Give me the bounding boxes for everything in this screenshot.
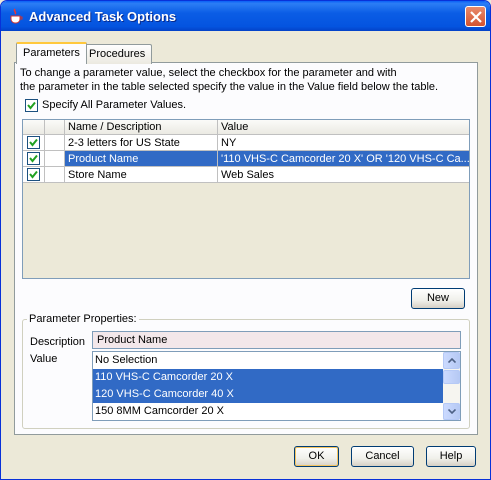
table-header: Name / Description Value (23, 120, 469, 135)
header-name-description[interactable]: Name / Description (65, 120, 218, 135)
table-row[interactable]: Store Name Web Sales (23, 167, 469, 183)
value-label: Value (30, 353, 58, 365)
table-row[interactable]: Product Name '110 VHS-C Camcorder 20 X' … (23, 151, 469, 167)
scroll-thumb[interactable] (443, 370, 460, 384)
row-value[interactable]: Web Sales (218, 167, 469, 183)
row-spacer-cell (45, 151, 65, 167)
scroll-up-button[interactable] (443, 352, 460, 369)
checkmark-icon (29, 154, 38, 163)
chevron-up-icon (448, 358, 456, 363)
checkmark-icon (29, 138, 38, 147)
list-item[interactable]: No Selection (93, 352, 443, 369)
close-icon (470, 11, 482, 23)
parameter-properties-legend: Parameter Properties: (27, 313, 139, 325)
row-name[interactable]: Store Name (65, 167, 218, 183)
header-checkbox-column (23, 120, 45, 135)
new-button[interactable]: New (411, 288, 465, 309)
row-checkbox[interactable] (27, 136, 40, 149)
help-button[interactable]: Help (426, 446, 476, 467)
row-checkbox-cell (23, 167, 45, 183)
instruction-line-1: To change a parameter value, select the … (20, 67, 397, 79)
row-checkbox[interactable] (27, 152, 40, 165)
list-item[interactable]: 150 8MM Camcorder 20 X (93, 403, 443, 420)
close-button[interactable] (465, 6, 486, 27)
header-value[interactable]: Value (218, 120, 469, 135)
ok-button[interactable]: OK (294, 446, 339, 467)
cancel-button[interactable]: Cancel (351, 446, 414, 467)
row-value[interactable]: NY (218, 135, 469, 151)
checkmark-icon (27, 101, 36, 110)
row-name[interactable]: Product Name (65, 151, 218, 167)
list-item[interactable]: 110 VHS-C Camcorder 20 X (93, 369, 443, 386)
advanced-task-options-dialog: Advanced Task Options Parameters Procedu… (0, 0, 491, 480)
checkmark-icon (29, 170, 38, 179)
specify-all-checkbox[interactable] (25, 99, 38, 112)
instruction-line-2: the parameter in the table selected spec… (20, 81, 439, 93)
row-checkbox[interactable] (27, 168, 40, 181)
scroll-down-button[interactable] (443, 403, 460, 420)
specify-all-label: Specify All Parameter Values. (42, 99, 187, 111)
description-field: Product Name (92, 331, 461, 349)
value-listbox[interactable]: No Selection 110 VHS-C Camcorder 20 X 12… (92, 351, 461, 421)
row-checkbox-cell (23, 151, 45, 167)
description-label: Description (30, 336, 86, 348)
parameters-table: Name / Description Value 2-3 letters for… (22, 119, 470, 279)
table-row[interactable]: 2-3 letters for US State NY (23, 135, 469, 151)
title-bar[interactable]: Advanced Task Options (1, 1, 490, 31)
row-name[interactable]: 2-3 letters for US State (65, 135, 218, 151)
chevron-down-icon (448, 409, 456, 414)
row-checkbox-cell (23, 135, 45, 151)
row-spacer-cell (45, 167, 65, 183)
java-cup-icon (8, 8, 23, 24)
list-item[interactable]: 120 VHS-C Camcorder 40 X (93, 386, 443, 403)
window-title: Advanced Task Options (29, 9, 177, 24)
row-value[interactable]: '110 VHS-C Camcorder 20 X' OR '120 VHS-C… (218, 151, 469, 167)
tab-procedures[interactable]: Procedures (82, 44, 153, 64)
tab-parameters[interactable]: Parameters (16, 42, 87, 64)
value-list-scrollbar[interactable] (443, 352, 460, 420)
row-spacer-cell (45, 135, 65, 151)
header-spacer-column (45, 120, 65, 135)
